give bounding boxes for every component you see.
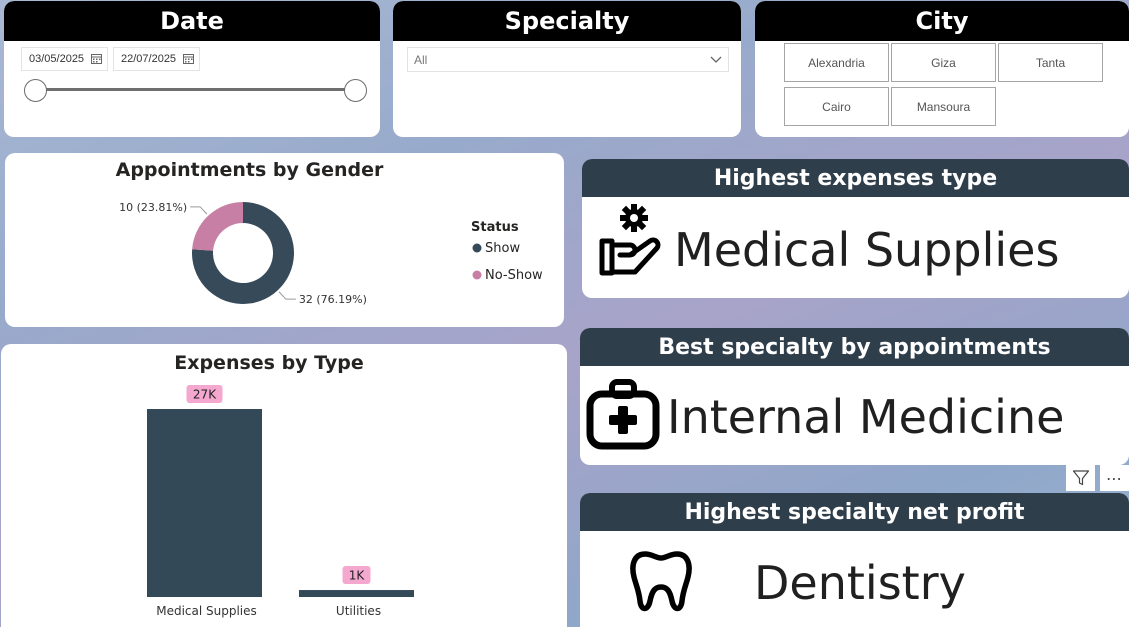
start-date-value: 03/05/2025 <box>29 53 85 65</box>
city-tile-alexandria[interactable]: Alexandria <box>784 43 889 82</box>
donut-slice-no-show[interactable] <box>192 202 243 251</box>
hand-gear-icon <box>599 204 661 276</box>
specialty-slicer-title: Specialty <box>393 1 741 41</box>
city-tile-cairo[interactable]: Cairo <box>784 87 889 126</box>
donut-data-label: 10 (23.81%) <box>119 201 187 214</box>
date-slicer-title: Date <box>4 1 380 41</box>
legend-item-no-show[interactable]: No-Show <box>485 268 543 283</box>
chevron-down-icon[interactable] <box>710 54 722 64</box>
gender-donut-card: Appointments by Gender 32 (76.19%) 10 (23… <box>5 153 564 327</box>
city-slicer-title: City <box>755 1 1129 41</box>
city-slicer: City Alexandria Giza Tanta Cairo Mansour… <box>755 1 1129 137</box>
kpi-highest-net-profit: Highest specialty net profit Dentistry <box>580 493 1129 627</box>
bar-utilities[interactable] <box>299 590 414 597</box>
legend-marker <box>472 270 482 280</box>
city-tile-mansoura[interactable]: Mansoura <box>891 87 996 126</box>
bar-data-label: 1K <box>349 569 366 583</box>
specialty-dropdown[interactable]: All <box>407 47 729 72</box>
kpi-best-specialty: Best specialty by appointments Internal … <box>580 328 1129 465</box>
kpi-value: Medical Supplies <box>674 223 1060 277</box>
city-tile-giza[interactable]: Giza <box>891 43 996 82</box>
bar-data-label: 27K <box>193 388 217 402</box>
specialty-selected-value: All <box>414 52 428 67</box>
date-range-end-handle[interactable] <box>344 79 367 102</box>
kpi-value: Internal Medicine <box>667 390 1065 444</box>
x-tick-label: Medical Supplies <box>156 604 257 618</box>
date-slicer: Date 03/05/2025 22/07/2025 <box>4 1 380 137</box>
bar-medical-supplies[interactable] <box>147 409 262 597</box>
kpi-title: Highest specialty net profit <box>580 493 1129 531</box>
tooth-icon <box>630 551 692 612</box>
donut-leader-line <box>278 291 296 300</box>
legend-item-show[interactable]: Show <box>485 241 520 256</box>
legend-title: Status <box>471 220 519 235</box>
more-options-icon: ⋯ <box>1106 468 1123 488</box>
end-date-input[interactable]: 22/07/2025 <box>113 47 200 71</box>
date-range-track[interactable] <box>35 88 355 91</box>
kpi-highest-expenses-type: Highest expenses type Medical Supplies <box>582 159 1129 298</box>
donut-data-label: 32 (76.19%) <box>299 293 367 306</box>
date-range-start-handle[interactable] <box>24 79 47 102</box>
specialty-slicer: Specialty All <box>393 1 741 137</box>
kpi-value: Dentistry <box>754 556 966 610</box>
bar-chart: 27K Medical Supplies 1K Utilities <box>147 385 414 618</box>
kpi-title: Highest expenses type <box>582 159 1129 197</box>
x-tick-label: Utilities <box>336 604 381 618</box>
kpi-title: Best specialty by appointments <box>580 328 1129 366</box>
expenses-bar-card: Expenses by Type 27K Medical Supplies 1K Ut… <box>1 344 567 627</box>
donut-chart: 32 (76.19%) 10 (23.81%) Status Show No-Show <box>119 201 543 306</box>
filter-icon <box>1072 470 1089 486</box>
medical-kit-icon <box>586 379 660 450</box>
start-date-input[interactable]: 03/05/2025 <box>21 47 108 71</box>
end-date-value: 22/07/2025 <box>121 53 177 65</box>
more-options-button[interactable]: ⋯ <box>1100 465 1129 491</box>
legend-marker <box>472 243 482 253</box>
filter-button[interactable] <box>1066 465 1095 491</box>
calendar-icon[interactable] <box>183 53 194 64</box>
calendar-icon[interactable] <box>91 53 102 64</box>
donut-leader-line <box>190 206 208 215</box>
city-tile-tanta[interactable]: Tanta <box>998 43 1103 82</box>
